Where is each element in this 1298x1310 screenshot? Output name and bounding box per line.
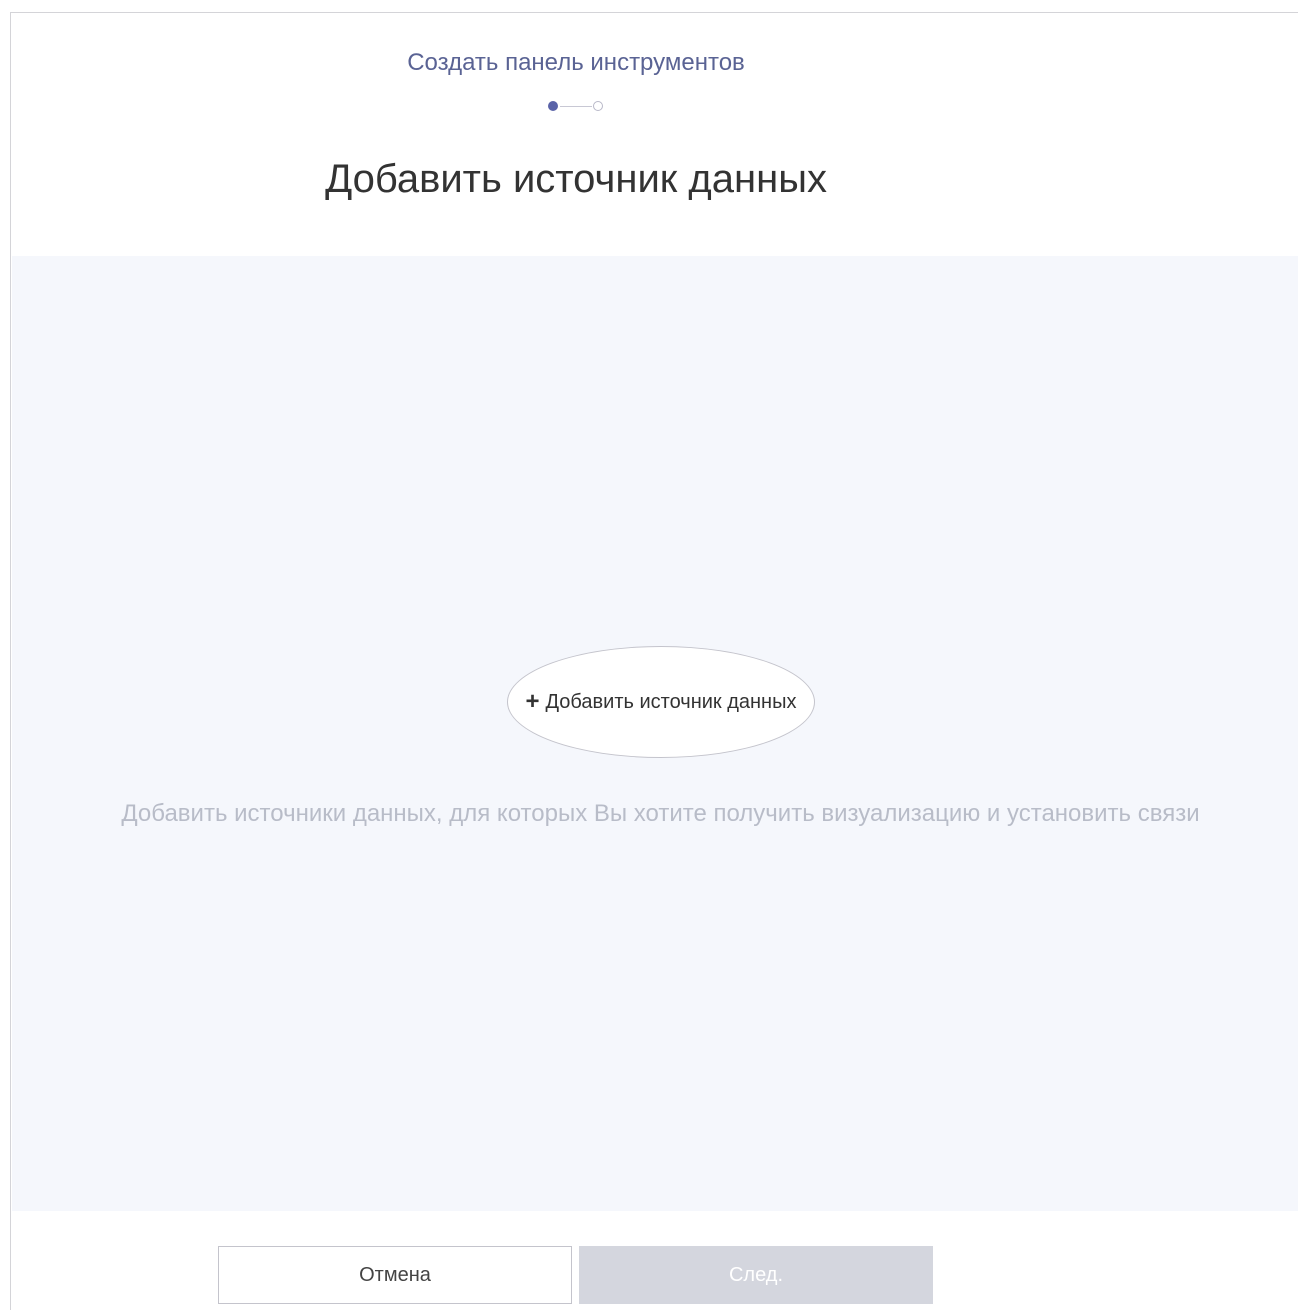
next-button-label: След. [728, 1263, 784, 1286]
plus-icon: + [525, 688, 540, 715]
step-1-indicator [548, 101, 558, 111]
create-dashboard-dialog: Создать панель инструментов Добавить ист… [10, 12, 1298, 1310]
cancel-button-label: Отмена [359, 1263, 431, 1286]
drop-zone-hint: Добавить источники данных, для которых В… [121, 800, 1200, 827]
step-2-indicator [593, 101, 603, 111]
add-data-source-label: Добавить источник данных [545, 690, 797, 713]
cancel-button[interactable]: Отмена [218, 1246, 572, 1304]
add-data-source-button[interactable]: + Добавить источник данных [507, 646, 815, 758]
next-button[interactable]: След. [579, 1246, 933, 1304]
wizard-stepper [548, 100, 608, 112]
data-source-drop-zone: + Добавить источник данных Добавить исто… [12, 256, 1298, 1211]
step-connector [560, 106, 592, 107]
page-heading: Добавить источник данных [325, 157, 827, 201]
wizard-title: Создать панель инструментов [407, 49, 745, 76]
